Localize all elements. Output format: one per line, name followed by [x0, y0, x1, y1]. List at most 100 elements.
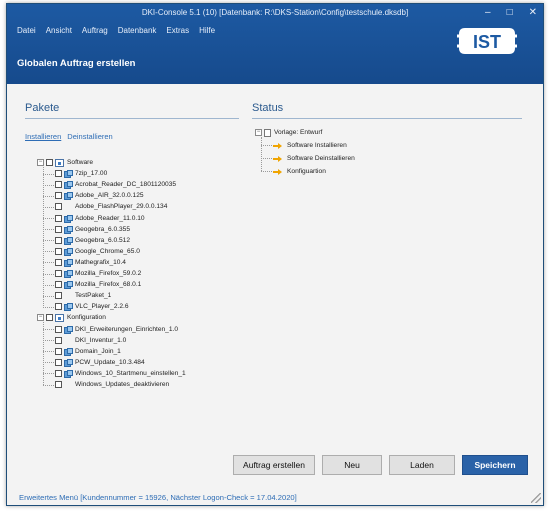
package-checkbox[interactable] — [55, 358, 62, 366]
package-item[interactable]: DKI_Inventur_1.0 — [55, 336, 126, 345]
package-icon — [64, 325, 73, 334]
arrow-right-icon — [273, 142, 283, 149]
package-icon — [64, 281, 73, 290]
package-label: Mathegrafix_10.4 — [75, 258, 126, 266]
package-checkbox[interactable] — [55, 281, 62, 289]
package-item[interactable]: DKI_Erweiterungen_Einrichten_1.0 — [55, 325, 178, 334]
package-label: Domain_Join_1 — [75, 347, 121, 355]
package-item[interactable]: Domain_Join_1 — [55, 347, 121, 356]
package-icon — [64, 181, 73, 190]
package-checkbox[interactable] — [55, 258, 62, 266]
package-item[interactable]: TestPaket_1 — [55, 291, 111, 300]
package-checkbox[interactable] — [55, 203, 62, 211]
tree-connector — [43, 173, 54, 175]
package-item[interactable]: Windows_10_Startmenu_einstellen_1 — [55, 369, 186, 378]
package-icon — [64, 225, 73, 234]
package-item[interactable]: Adobe_AIR_32.0.0.125 — [55, 191, 144, 201]
package-checkbox[interactable] — [55, 247, 62, 255]
package-checkbox[interactable] — [55, 170, 62, 178]
folder-icon — [55, 313, 64, 322]
close-icon[interactable]: ✕ — [529, 4, 537, 21]
new-button[interactable]: Neu — [322, 455, 382, 475]
menu-hilfe[interactable]: Hilfe — [199, 26, 215, 35]
package-checkbox[interactable] — [55, 381, 62, 388]
package-checkbox[interactable] — [55, 192, 62, 200]
tree-group-config: − Konfiguration — [37, 313, 106, 322]
package-checkbox[interactable] — [55, 336, 62, 344]
create-order-button[interactable]: Auftrag erstellen — [233, 455, 315, 475]
package-checkbox[interactable] — [55, 270, 62, 277]
package-checkbox[interactable] — [55, 236, 62, 244]
collapse-icon[interactable]: − — [37, 159, 44, 166]
package-item[interactable]: Geogebra_6.0.512 — [55, 236, 130, 245]
package-icon — [64, 192, 73, 201]
package-item[interactable]: Adobe_FlashPlayer_29.0.0.134 — [55, 202, 167, 211]
package-item[interactable]: PCW_Update_10.3.484 — [55, 358, 145, 367]
package-item[interactable]: Geogebra_6.0.355 — [55, 225, 130, 234]
package-item[interactable]: 7zip_17.00 — [55, 169, 107, 179]
minimize-icon[interactable]: – — [485, 4, 491, 21]
package-item[interactable]: Windows_Updates_deaktivieren — [55, 380, 169, 389]
tree-connector — [43, 229, 54, 231]
status-item[interactable]: Konfiguartion — [273, 167, 326, 176]
maximize-icon[interactable]: □ — [507, 4, 513, 21]
tree-connector — [261, 145, 272, 146]
tree-connector — [261, 171, 272, 172]
header-bar: DKI-Console 5.1 (10) [Datenbank: R:\DKS-… — [7, 4, 543, 84]
package-item[interactable]: Mathegrafix_10.4 — [55, 258, 126, 267]
menu-ansicht[interactable]: Ansicht — [46, 26, 72, 35]
collapse-icon[interactable]: − — [37, 314, 44, 322]
package-item[interactable]: Google_Chrome_65.0 — [55, 247, 140, 256]
package-label: Geogebra_6.0.512 — [75, 236, 130, 244]
tree-group-label: Konfiguration — [67, 314, 106, 322]
tree-connector — [261, 137, 262, 171]
window-title: DKI-Console 5.1 (10) [Datenbank: R:\DKS-… — [141, 8, 409, 17]
install-link[interactable]: Installieren — [25, 132, 61, 141]
group-checkbox[interactable] — [46, 159, 53, 166]
save-button[interactable]: Speichern — [462, 455, 528, 475]
package-label: DKI_Inventur_1.0 — [75, 336, 127, 344]
package-item[interactable]: Acrobat_Reader_DC_1801120035 — [55, 180, 177, 190]
package-label: Mozilla_Firefox_68.0.1 — [75, 281, 142, 289]
status-item-label: Software Installieren — [287, 142, 347, 149]
menu-datenbank[interactable]: Datenbank — [118, 26, 157, 35]
page-title: Globalen Auftrag erstellen — [17, 58, 136, 69]
package-checkbox[interactable] — [55, 325, 62, 333]
resize-grip[interactable] — [531, 493, 541, 503]
pakete-divider — [25, 118, 239, 119]
menu-auftrag[interactable]: Auftrag — [82, 26, 108, 35]
logo-text: IST — [473, 32, 501, 52]
tree-connector — [43, 295, 54, 297]
package-item[interactable]: Adobe_Reader_11.0.10 — [55, 214, 145, 223]
status-root[interactable]: − Vorlage: Entwurf — [255, 128, 322, 137]
status-item-label: Konfiguartion — [287, 168, 326, 175]
package-item[interactable]: VLC_Player_2.2.6 — [55, 302, 129, 312]
package-label: Geogebra_6.0.355 — [75, 225, 130, 233]
tree-connector — [43, 167, 44, 308]
menu-bar: Datei Ansicht Auftrag Datenbank Extras H… — [17, 26, 215, 35]
package-checkbox[interactable] — [55, 181, 62, 189]
menu-datei[interactable]: Datei — [17, 26, 36, 35]
collapse-icon[interactable]: − — [255, 129, 262, 136]
uninstall-link[interactable]: Deinstallieren — [67, 132, 112, 141]
package-checkbox[interactable] — [55, 225, 62, 233]
status-item[interactable]: Software Deinstallieren — [273, 154, 355, 163]
package-item[interactable]: Mozilla_Firefox_68.0.1 — [55, 280, 142, 290]
group-checkbox[interactable] — [46, 314, 53, 322]
package-checkbox[interactable] — [55, 214, 62, 222]
folder-icon — [55, 158, 64, 167]
package-checkbox[interactable] — [55, 369, 62, 377]
package-checkbox[interactable] — [55, 347, 62, 355]
load-button[interactable]: Laden — [389, 455, 455, 475]
footer-status: Erweitertes Menü [Kundennummer = 15926, … — [19, 493, 297, 502]
package-checkbox[interactable] — [55, 303, 62, 311]
package-checkbox[interactable] — [55, 292, 62, 300]
app-window: DKI-Console 5.1 (10) [Datenbank: R:\DKS-… — [6, 3, 544, 506]
tree-group-software: − Software — [37, 158, 93, 167]
package-label: Acrobat_Reader_DC_1801120035 — [75, 181, 177, 189]
tree-connector — [43, 373, 54, 375]
menu-extras[interactable]: Extras — [166, 26, 189, 35]
package-item[interactable]: Mozilla_Firefox_59.0.2 — [55, 269, 141, 278]
status-item[interactable]: Software Installieren — [273, 141, 347, 150]
tree-connector — [43, 384, 54, 386]
